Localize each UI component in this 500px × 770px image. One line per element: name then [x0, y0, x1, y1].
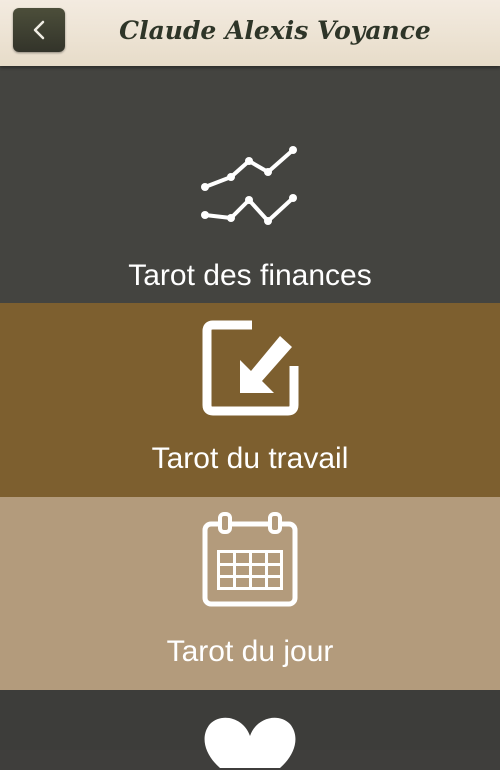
menu-item-heart[interactable]	[0, 690, 500, 768]
menu-item-label: Tarot du travail	[151, 442, 349, 475]
app-title: Claude Alexis Voyance	[119, 16, 431, 45]
chevron-left-icon	[33, 20, 45, 40]
menu-item-tarot-finances[interactable]: Tarot des finances	[0, 66, 500, 303]
calendar-icon	[202, 512, 298, 607]
back-button[interactable]	[13, 8, 65, 52]
menu-item-label: Tarot des finances	[128, 259, 372, 292]
menu-item-tarot-jour[interactable]: Tarot du jour	[0, 497, 500, 690]
menu-item-label: Tarot du jour	[166, 635, 334, 668]
heart-icon	[204, 717, 296, 768]
app-header: Claude Alexis Voyance	[0, 0, 500, 66]
arrow-into-box-icon	[202, 320, 299, 416]
trend-lines-icon	[201, 146, 297, 225]
menu-item-tarot-travail[interactable]: Tarot du travail	[0, 303, 500, 497]
